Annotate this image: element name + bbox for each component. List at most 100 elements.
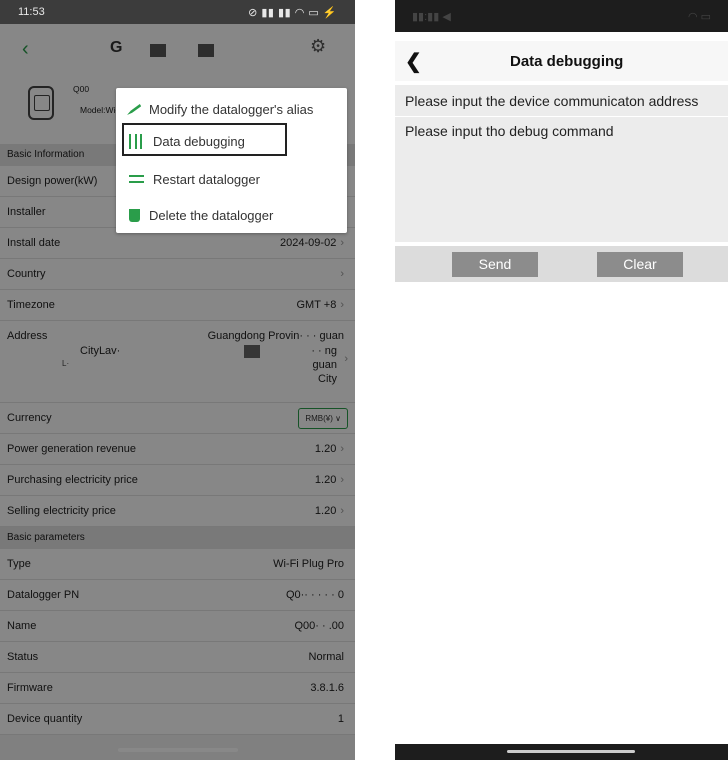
datalogger-menu: Modify the datalogger's alias Data debug…	[116, 88, 347, 233]
redacted-block	[150, 44, 166, 57]
row-label: Device quantity	[7, 713, 83, 725]
row-country[interactable]: Country ›	[0, 259, 355, 290]
row-value: 1.20	[314, 443, 337, 455]
row-timezone[interactable]: Timezone GMT +8 ›	[0, 290, 355, 321]
row-label: Address	[7, 330, 48, 342]
menu-item-modify-alias[interactable]: Modify the datalogger's alias	[116, 92, 347, 126]
row-label: Firmware	[7, 682, 53, 694]
row-value-wrap: ›	[336, 268, 344, 280]
row-name: Name Q00· · .00	[0, 611, 355, 642]
status-icons: ⊘ ▮▮ ▮▮ ◠ ▭ ⚡	[248, 6, 337, 19]
home-indicator	[507, 750, 635, 753]
pencil-icon	[127, 104, 142, 115]
row-label: Status	[7, 651, 39, 663]
gear-icon[interactable]: ⚙	[310, 36, 326, 57]
row-label: Selling electricity price	[7, 505, 116, 517]
row-value: Q0·· · · · · 0	[285, 589, 344, 601]
row-label: Power generation revenue	[7, 443, 137, 455]
clear-button[interactable]: Clear	[597, 252, 683, 277]
row-value: Q00· · .00	[294, 620, 344, 632]
row-power-revenue[interactable]: Power generation revenue 1.20 ›	[0, 434, 355, 465]
row-label: Purchasing electricity price	[7, 474, 138, 486]
row-label: Install date	[7, 237, 61, 249]
address-line-2: CityLav·	[80, 345, 121, 357]
row-address[interactable]: Address Guangdong Provin· · · guan CityL…	[0, 321, 355, 403]
row-value-wrap: 1.20 ›	[315, 443, 344, 455]
address-line-1: Guangdong Provin· · · guan	[207, 330, 344, 342]
device-settings-screen: 11:53 ⊘ ▮▮ ▮▮ ◠ ▭ ⚡ ‹ G ⚙ Q00 Model:Wi- …	[0, 0, 355, 760]
debug-command-input[interactable]	[395, 117, 728, 242]
currency-value: RMB(¥)	[305, 414, 333, 423]
home-indicator	[118, 748, 238, 752]
row-type: Type Wi-Fi Plug Pro	[0, 549, 355, 580]
chevron-right-icon: ›	[340, 474, 344, 486]
chevron-right-icon: ›	[340, 268, 344, 280]
redacted-block	[198, 44, 214, 57]
row-selling-price[interactable]: Selling electricity price 1.20 ›	[0, 496, 355, 527]
row-value: 1	[337, 713, 344, 725]
chevron-right-icon: ›	[340, 237, 344, 249]
row-label: Timezone	[7, 299, 55, 311]
status-icons: ◠ ▭	[687, 10, 711, 23]
row-label: Datalogger PN	[7, 589, 80, 601]
chevron-down-icon: ∨	[335, 414, 341, 423]
device-alias: Q00	[73, 84, 90, 94]
send-button[interactable]: Send	[452, 252, 538, 277]
data-debugging-screen: ▮▮:▮▮ ◀ ◠ ▭ ❮ Data debugging Send Clear	[395, 0, 728, 760]
row-value-wrap: 1.20 ›	[315, 474, 344, 486]
row-label: Installer	[7, 206, 46, 218]
row-device-quantity: Device quantity 1	[0, 704, 355, 735]
section-basic-parameters: Basic parameters	[0, 527, 355, 549]
device-model: Model:Wi-	[80, 105, 119, 115]
chevron-right-icon: ›	[344, 353, 348, 365]
currency-select[interactable]: RMB(¥) ∨	[298, 408, 348, 429]
row-label: Name	[7, 620, 37, 632]
address-right-3: guan	[312, 359, 337, 371]
row-value: GMT +8	[296, 299, 337, 311]
row-label: Currency	[7, 412, 52, 424]
nav-bar: ❮ Data debugging	[395, 41, 728, 81]
menu-item-delete[interactable]: Delete the datalogger	[116, 198, 347, 232]
row-label: Design power(kW)	[7, 175, 98, 187]
row-value-wrap: 2024-09-02 ›	[280, 237, 344, 249]
address-right-2: · · ng	[311, 345, 337, 357]
row-value-wrap: GMT +8 ›	[296, 299, 344, 311]
back-arrow-icon[interactable]: ‹	[22, 38, 29, 61]
row-value: 3.8.1.6	[310, 682, 344, 694]
chevron-right-icon: ›	[340, 443, 344, 455]
row-value: 2024-09-02	[280, 237, 337, 249]
status-time: ▮▮:▮▮ ◀	[412, 10, 451, 23]
menu-item-label: Restart datalogger	[153, 171, 260, 187]
status-bar: ▮▮:▮▮ ◀ ◠ ▭	[395, 0, 728, 32]
search-icon[interactable]: G	[110, 39, 122, 57]
row-value: 1.20	[314, 505, 337, 517]
chevron-right-icon: ›	[340, 299, 344, 311]
row-currency: Currency RMB(¥) ∨	[0, 403, 355, 434]
redacted-block	[244, 345, 260, 358]
menu-item-restart[interactable]: Restart datalogger	[116, 162, 347, 196]
menu-item-label: Delete the datalogger	[149, 207, 274, 223]
row-value: 1.20	[314, 474, 337, 486]
row-label: Country	[7, 268, 46, 280]
action-bar: Send Clear	[395, 246, 728, 282]
row-value-wrap: 1.20 ›	[315, 505, 344, 517]
row-label: Type	[7, 558, 31, 570]
row-purchasing-price[interactable]: Purchasing electricity price 1.20 ›	[0, 465, 355, 496]
status-time: 11:53	[18, 6, 45, 18]
row-status: Status Normal	[0, 642, 355, 673]
trash-icon	[129, 208, 140, 222]
address-line-3: L·	[62, 359, 70, 368]
menu-item-label: Modify the datalogger's alias	[149, 101, 314, 117]
address-right-4: City	[318, 373, 337, 385]
page-title: Data debugging	[510, 53, 624, 70]
settings-lines-icon	[129, 172, 144, 187]
bottom-bar	[395, 744, 728, 760]
chevron-right-icon: ›	[340, 505, 344, 517]
datalogger-icon	[28, 86, 54, 120]
row-value: Wi-Fi Plug Pro	[273, 558, 344, 570]
back-chevron-icon[interactable]: ❮	[405, 49, 422, 74]
row-firmware: Firmware 3.8.1.6	[0, 673, 355, 704]
status-bar: 11:53 ⊘ ▮▮ ▮▮ ◠ ▭ ⚡	[0, 0, 355, 24]
row-value: Normal	[308, 651, 344, 663]
device-address-input[interactable]	[395, 85, 728, 116]
